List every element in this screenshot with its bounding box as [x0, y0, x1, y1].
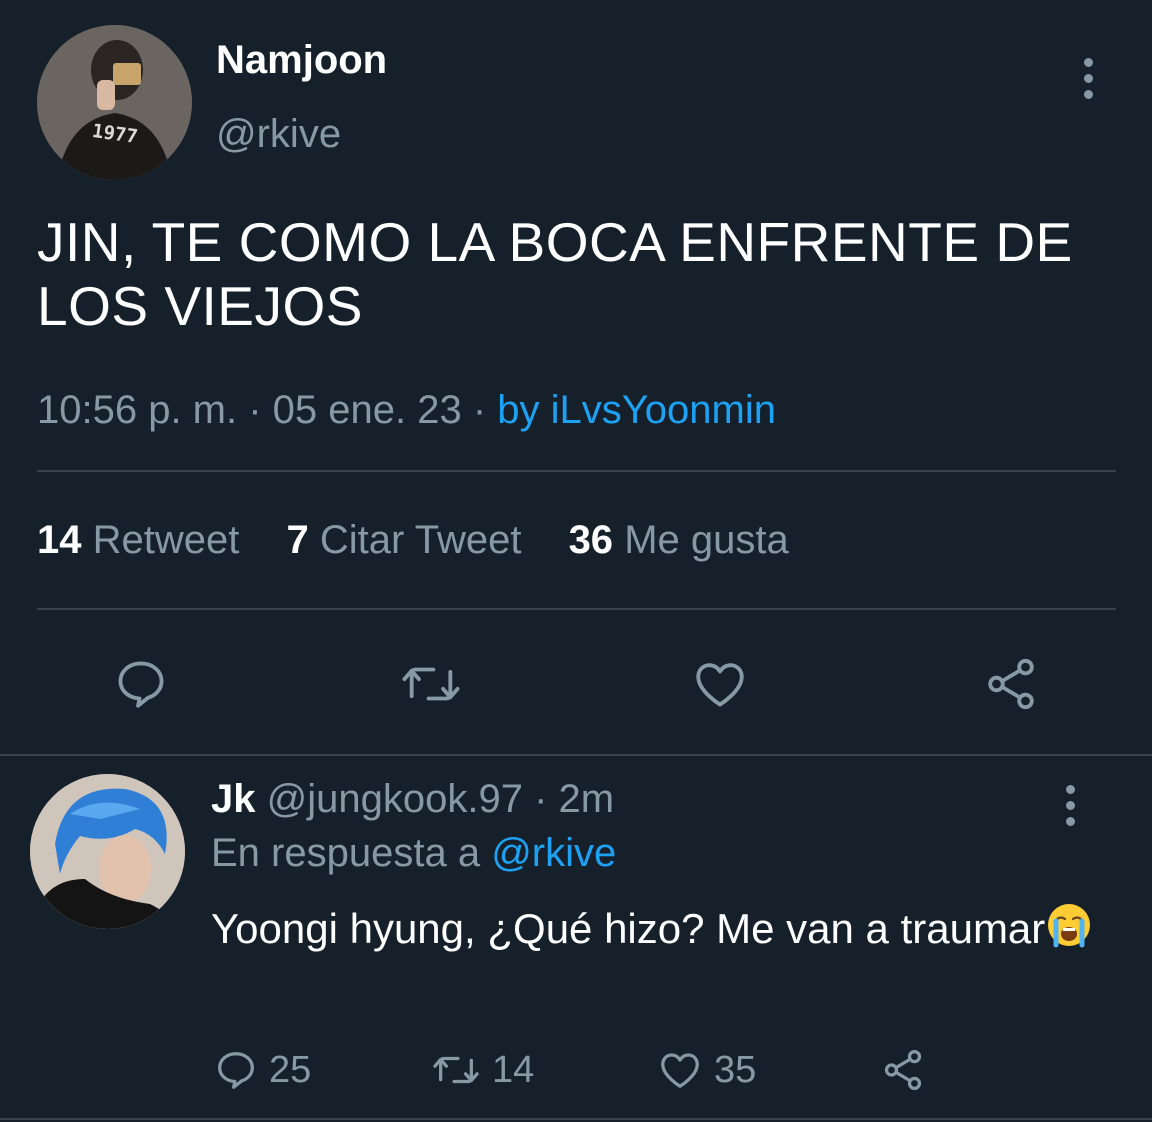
- tweet-stats: 14 Retweet 7 Citar Tweet 36 Me gusta: [37, 518, 825, 563]
- author-avatar[interactable]: 1977: [37, 25, 192, 180]
- share-icon[interactable]: [982, 655, 1040, 718]
- quotes-label[interactable]: Citar Tweet: [320, 518, 522, 562]
- retweets-count[interactable]: 14: [37, 518, 82, 562]
- divider: [0, 754, 1152, 756]
- reply-count: 25: [269, 1048, 312, 1091]
- retweet-count: 14: [492, 1048, 535, 1091]
- reply-icon[interactable]: [112, 655, 170, 718]
- tweet-meta: 10:56 p. m. · 05 ene. 23 · by iLvsYoonmi…: [37, 388, 776, 433]
- reply-like-action[interactable]: 35: [656, 1047, 756, 1093]
- reply-text-container: Yoongi hyung, ¿Qué hizo? Me van a trauma…: [211, 901, 1111, 962]
- author-name[interactable]: Namjoon: [216, 38, 387, 83]
- reply-time: · 2m: [522, 777, 615, 821]
- reply-header: Jk @jungkook.97 · 2m: [211, 777, 614, 822]
- like-icon: [661, 1053, 699, 1088]
- tweet-text: JIN, TE COMO LA BOCA ENFRENTE DE LOS VIE…: [37, 211, 1073, 337]
- reply-icon: [218, 1052, 254, 1089]
- reply-retweet-action[interactable]: 14: [430, 1047, 534, 1093]
- author-handle[interactable]: @rkive: [216, 112, 341, 157]
- loudly-crying-face-icon: [1045, 901, 1093, 962]
- reply-author-avatar[interactable]: [30, 774, 185, 929]
- tweet-date: 05 ene. 23: [272, 388, 462, 432]
- reply-text: Yoongi hyung, ¿Qué hizo? Me van a trauma…: [211, 905, 1046, 952]
- tweet-time: 10:56 p. m.: [37, 388, 238, 432]
- retweet-icon: [433, 1056, 479, 1084]
- divider: [37, 608, 1116, 610]
- reply-author-name[interactable]: Jk: [211, 777, 256, 821]
- share-icon: [884, 1049, 922, 1091]
- replying-to-label: En respuesta a: [211, 831, 492, 875]
- avatar-photo: [37, 25, 192, 180]
- likes-count[interactable]: 36: [569, 518, 614, 562]
- reply-share-action[interactable]: [879, 1047, 927, 1093]
- replying-to: En respuesta a @rkive: [211, 831, 616, 876]
- replying-to-handle[interactable]: @rkive: [491, 831, 616, 875]
- retweet-icon[interactable]: [399, 655, 463, 718]
- like-icon[interactable]: [690, 655, 750, 718]
- avatar-photo: [30, 774, 185, 929]
- quotes-count[interactable]: 7: [287, 518, 309, 562]
- reply-more-options-icon[interactable]: [1066, 785, 1075, 833]
- divider: [0, 1118, 1152, 1120]
- retweets-label[interactable]: Retweet: [93, 518, 240, 562]
- divider: [37, 470, 1116, 472]
- meta-separator: ·: [237, 388, 273, 432]
- likes-label[interactable]: Me gusta: [624, 518, 789, 562]
- more-options-icon[interactable]: [1084, 58, 1093, 106]
- tweet-source-link[interactable]: by iLvsYoonmin: [497, 388, 776, 432]
- reply-reply-action[interactable]: 25: [213, 1047, 311, 1093]
- reply-author-handle[interactable]: @jungkook.97: [267, 777, 523, 821]
- like-count: 35: [714, 1048, 757, 1091]
- meta-separator: ·: [461, 388, 498, 432]
